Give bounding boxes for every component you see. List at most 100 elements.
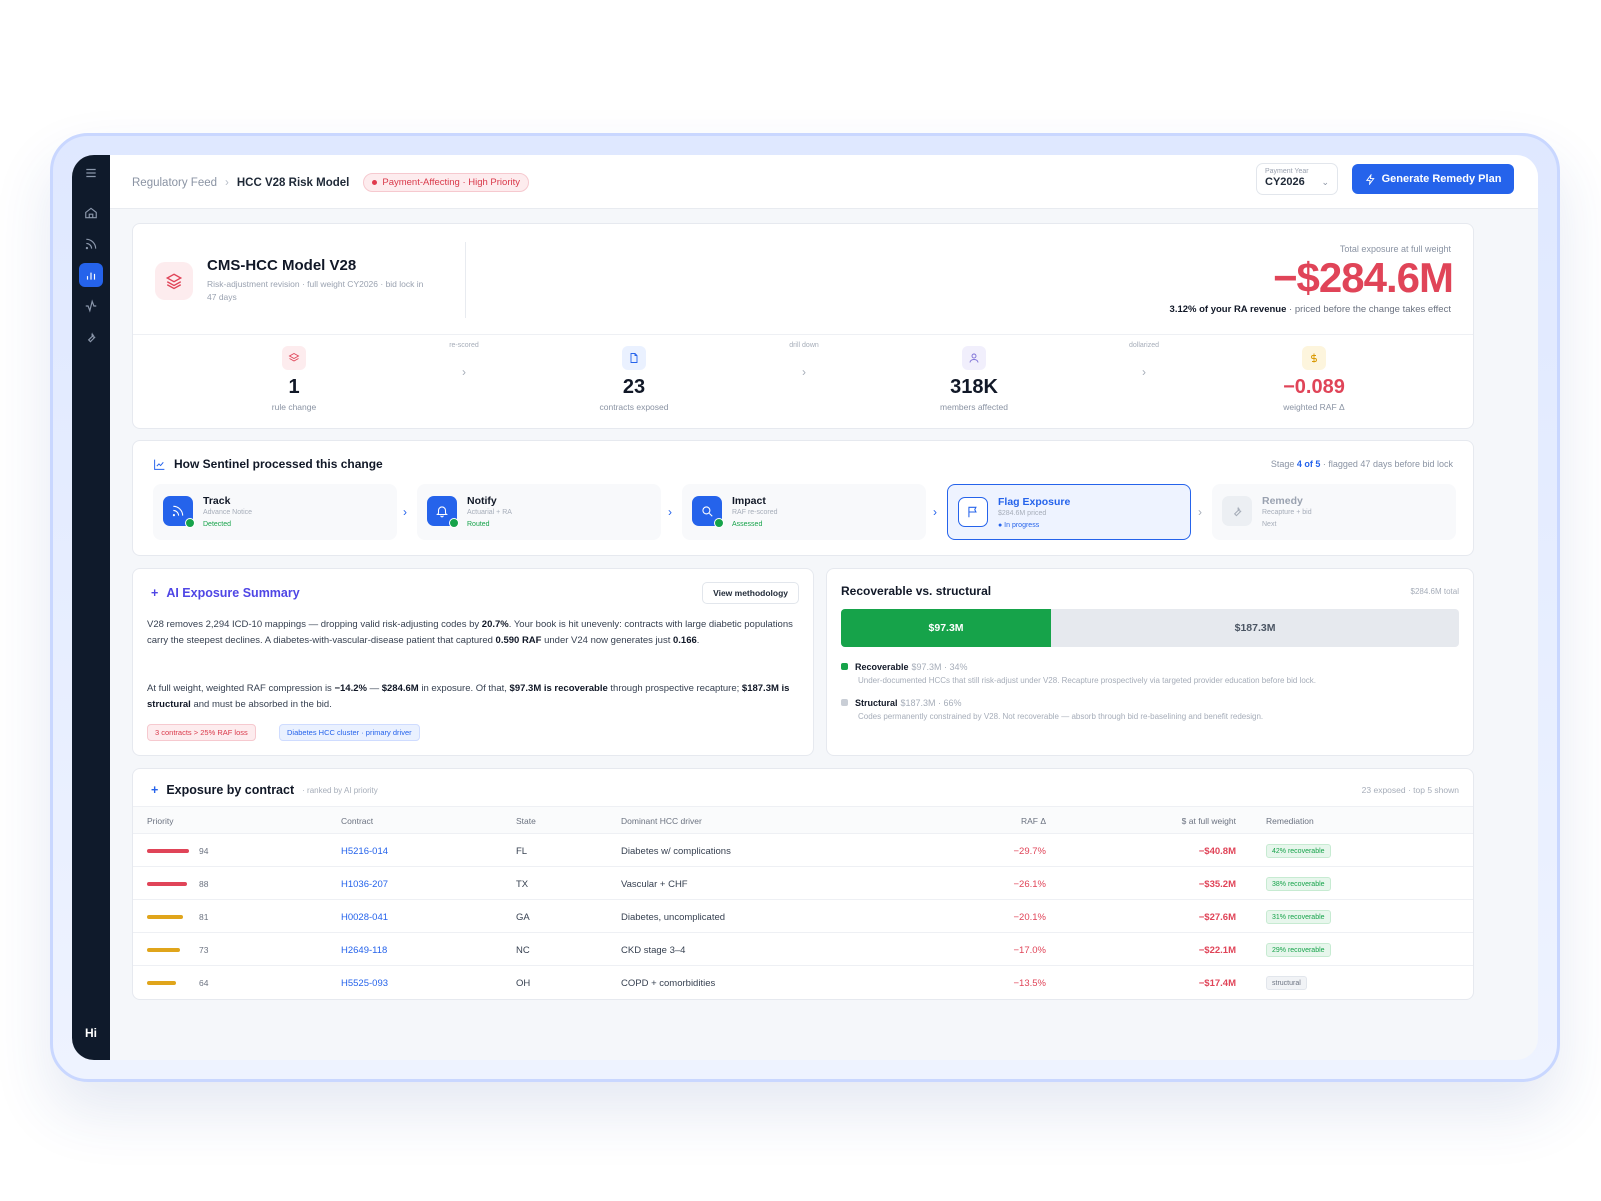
stat-members: 318K members affected [914,346,1034,412]
table-header: Priority Contract State Dominant HCC dri… [133,806,1473,834]
state: NC [516,945,530,956]
users-icon [962,346,986,370]
breadcrumb-separator: › [225,176,229,189]
text: −14.2% [334,683,367,694]
dollar-icon [1302,346,1326,370]
stage-impact[interactable]: Impact RAF re-scored Assessed [682,484,926,540]
breadcrumb-current: HCC V28 Risk Model [236,176,350,189]
raf-delta: −26.1% [1013,879,1047,890]
legend-value: $187.3M · 66% [900,698,962,708]
generate-remedy-plan-label: Generate Remedy Plan [1381,173,1502,185]
view-methodology-button[interactable]: View methodology [702,582,799,604]
menu-icon[interactable] [79,161,103,185]
table-subtitle: · ranked by AI priority [302,785,378,795]
hcc-driver: CKD stage 3–4 [621,945,686,956]
contract-link[interactable]: H5525-093 [341,978,388,989]
state: TX [516,879,529,890]
stage-track[interactable]: Track Advance Notice Detected [153,484,397,540]
table-row[interactable]: 88 H1036-207 TX Vascular + CHF −26.1% −$… [133,867,1473,900]
stage-flag-exposure[interactable]: Flag Exposure $284.6M priced ● In progre… [947,484,1191,540]
col-state[interactable]: State [516,816,536,826]
remediation-badge: 38% recoverable [1266,877,1331,891]
contract-link[interactable]: H0028-041 [341,912,388,923]
payment-year-select[interactable]: Payment Year CY2026 ⌄ [1256,163,1338,195]
flow-step: dollarized › [1114,342,1174,379]
table-row[interactable]: 64 H5525-093 OH COPD + comorbidities −13… [133,966,1473,999]
dollars-at-weight: −$22.1M [1198,945,1236,956]
raf-delta: −29.7% [1013,846,1047,857]
raf-delta: −17.0% [1013,945,1047,956]
pipeline-stage-count: 4 of 5 [1296,459,1321,469]
contract-link[interactable]: H1036-207 [341,879,388,890]
tag-primary-driver[interactable]: Diabetes HCC cluster · primary driver [279,724,420,741]
ai-summary-title-text: AI Exposure Summary [166,586,300,600]
stage-remedy[interactable]: Remedy Recapture + bid Next [1212,484,1456,540]
chevron-right-icon: › [802,365,806,379]
breadcrumb-parent[interactable]: Regulatory Feed [132,177,217,189]
text: . [696,635,700,646]
text: — [366,683,382,694]
priority-badge: Payment-Affecting · High Priority [363,173,529,192]
stat-rule-change: 1 rule change [234,346,354,412]
wrench-icon[interactable] [79,325,103,349]
hcc-driver: Diabetes w/ complications [621,846,731,857]
user-avatar[interactable]: Hi [72,1026,110,1040]
priority-bar [147,915,183,919]
table-row[interactable]: 94 H5216-014 FL Diabetes w/ complication… [133,834,1473,867]
table-title: + Exposure by contract · ranked by AI pr… [151,783,378,797]
recoverable-segment: $97.3M [841,609,1052,647]
legend-name: Structural [855,698,898,708]
col-remediation[interactable]: Remediation [1266,816,1314,826]
split-bar: $97.3M $187.3M [841,609,1459,647]
chevron-down-icon: ⌄ [1321,177,1329,187]
table-row[interactable]: 81 H0028-041 GA Diabetes, uncomplicated … [133,900,1473,933]
chart-icon[interactable] [79,263,103,287]
generate-remedy-plan-button[interactable]: Generate Remedy Plan [1352,164,1514,194]
chevron-right-icon: › [403,505,407,519]
remediation-badge: structural [1266,976,1307,990]
total-exposure-value: −$284.6M [1273,254,1454,301]
priority-badge-label: Payment-Affecting · High Priority [382,177,520,188]
document-icon [622,346,646,370]
col-priority[interactable]: Priority [147,816,173,826]
home-icon[interactable] [79,201,103,225]
stage-notify[interactable]: Notify Actuarial + RA Routed [417,484,661,540]
contract-link[interactable]: H2649-118 [341,945,387,956]
recoverable-total: $284.6M total [1410,587,1459,596]
stage-name: Remedy [1262,495,1303,507]
col-contract[interactable]: Contract [341,816,373,826]
ai-exposure-summary-card: + AI Exposure Summary View methodology V… [132,568,814,756]
priority-score: 88 [199,879,209,889]
legend-recoverable: Recoverable $97.3M · 34% Under-documented… [841,662,1316,685]
table-row[interactable]: 73 H2649-118 NC CKD stage 3–4 −17.0% −$2… [133,933,1473,966]
legend-swatch [841,663,848,670]
stage-name: Impact [732,495,766,507]
state: FL [516,846,528,857]
structural-segment: $187.3M [1234,622,1276,634]
revenue-share-text: 3.12% of your RA revenue · priced before… [1170,304,1451,315]
feed-icon[interactable] [79,232,103,256]
check-icon [714,518,724,528]
col-dollars[interactable]: $ at full weight [1182,816,1236,826]
chevron-right-icon: › [462,365,466,379]
col-driver[interactable]: Dominant HCC driver [621,816,702,826]
hcc-driver: Diabetes, uncomplicated [621,912,726,923]
sparkle-icon: + [151,783,159,797]
activity-icon[interactable] [79,294,103,318]
text: and must be absorbed in the bid. [190,699,332,710]
ai-summary-paragraph-1: V28 removes 2,294 ICD-10 mappings — drop… [147,617,803,649]
state: GA [516,912,530,923]
revenue-share-bold: 3.12% of your RA revenue [1169,304,1287,315]
ai-summary-title: + AI Exposure Summary [151,586,300,600]
flag-icon [958,497,988,527]
tag-raf-loss[interactable]: 3 contracts > 25% RAF loss [147,724,256,741]
table-meta: 23 exposed · top 5 shown [1361,785,1459,795]
col-raf[interactable]: RAF Δ [1021,816,1046,826]
contract-link[interactable]: H5216-014 [341,846,388,857]
check-icon [449,518,459,528]
stat-label: members affected [940,402,1008,412]
payment-year-value: CY2026 [1265,176,1305,188]
priority-bar [147,948,180,952]
pipeline-meta-prefix: Stage [1270,459,1297,469]
flow-label: re-scored [449,342,479,349]
